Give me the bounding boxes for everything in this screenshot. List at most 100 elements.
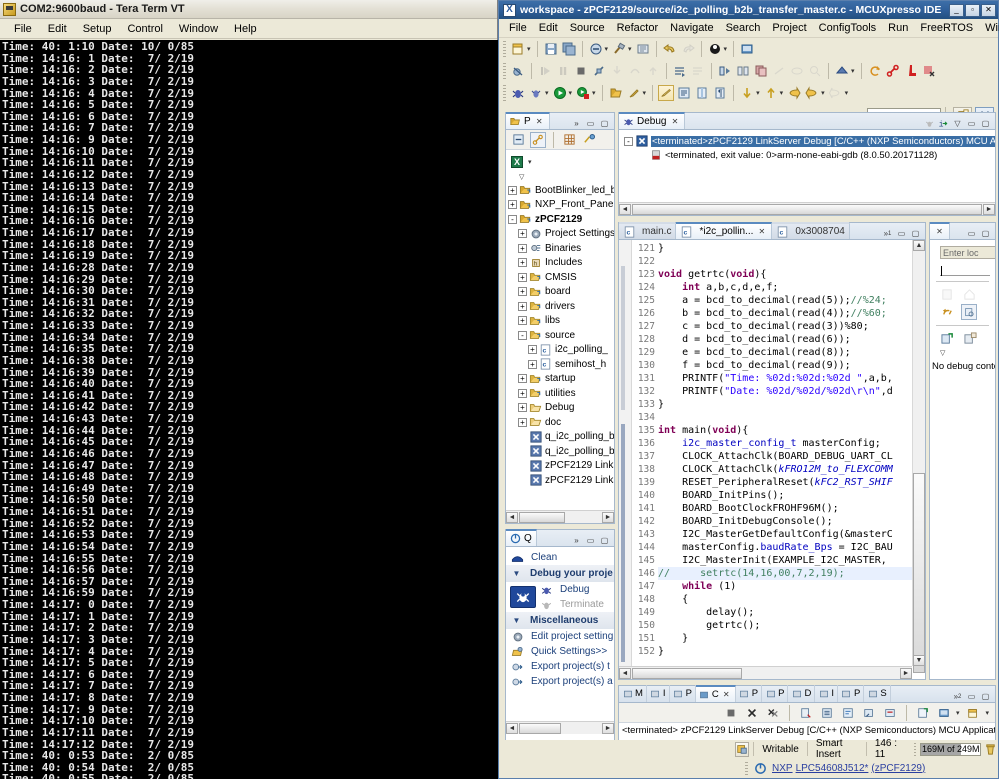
code-line[interactable]: BOARD_InitPins();	[658, 489, 925, 502]
scroll-thumb[interactable]	[519, 723, 561, 734]
tree-item[interactable]: +csemihost_h	[506, 357, 614, 372]
debug-launch-tree[interactable]: -<terminated>zPCF2129 LinkServer Debug […	[619, 131, 995, 202]
memory-browser-icon[interactable]	[735, 63, 751, 79]
maximize-icon[interactable]: ▢	[980, 118, 991, 129]
expand-toggle-icon[interactable]: +	[508, 186, 517, 195]
code-line[interactable]: masterConfig.baudRate_Bps = I2C_BAU	[658, 541, 925, 554]
block-selection-icon[interactable]	[694, 85, 710, 101]
perspective-dropdown-icon[interactable]: ▾	[851, 67, 855, 75]
editor-source-text[interactable]: }void getrtc(void){ int a,b,c,d,e,f; a =…	[658, 240, 925, 666]
expand-toggle-icon[interactable]: +	[518, 374, 527, 383]
copy-icon[interactable]	[753, 63, 769, 79]
heap-status-gauge[interactable]: 169M of 249M	[920, 743, 981, 756]
forward-icon[interactable]	[804, 85, 820, 101]
expand-toggle-icon[interactable]: +	[518, 244, 527, 253]
quickstart-section-header[interactable]: ▼Miscellaneous	[506, 612, 614, 629]
console-tab[interactable]: P	[762, 685, 788, 702]
code-line[interactable]: // setrtc(14,16,00,7,2,19);	[658, 567, 925, 580]
code-line[interactable]: }	[658, 242, 925, 255]
tab-overflow-icon[interactable]: »1	[882, 228, 893, 239]
menu-navigate[interactable]: Navigate	[664, 20, 719, 36]
scroll-lock-icon[interactable]	[819, 705, 835, 721]
inspect-icon[interactable]	[807, 63, 823, 79]
menu-edit[interactable]: Edit	[533, 20, 564, 36]
remove-memory-monitor-icon[interactable]	[962, 330, 978, 346]
code-line[interactable]: BOARD_InitDebugConsole();	[658, 515, 925, 528]
clear-console-icon[interactable]	[798, 705, 814, 721]
collapse-all-icon[interactable]	[510, 132, 526, 148]
menu-file[interactable]: File	[6, 21, 40, 37]
trash-icon[interactable]	[984, 741, 997, 757]
undo-icon[interactable]	[662, 41, 678, 57]
pin-console-icon[interactable]	[861, 705, 877, 721]
code-line[interactable]: CLOCK_AttachClk(BOARD_DEBUG_UART_CL	[658, 450, 925, 463]
new-renderings-icon[interactable]	[939, 286, 955, 302]
boot-icon[interactable]	[903, 63, 919, 79]
menu-setup[interactable]: Setup	[75, 21, 120, 37]
link-icon[interactable]	[885, 63, 901, 79]
view-menu-icon[interactable]: »	[571, 118, 582, 129]
close-icon[interactable]: ✕	[669, 116, 680, 127]
code-line[interactable]	[658, 411, 925, 424]
scroll-down-button[interactable]: ▼	[913, 655, 925, 666]
minimize-icon[interactable]: ▭	[966, 691, 977, 702]
tab-quickstart[interactable]: Q	[506, 529, 537, 546]
code-line[interactable]: while (1)	[658, 580, 925, 593]
value-input[interactable]	[940, 263, 990, 276]
home-icon[interactable]	[961, 286, 977, 302]
build-all-icon[interactable]	[588, 41, 604, 57]
tree-item[interactable]: +libs	[506, 314, 614, 329]
maximize-icon[interactable]: ▢	[980, 228, 991, 239]
console-tab[interactable]: P	[736, 685, 762, 702]
close-icon[interactable]: ✕	[756, 226, 767, 237]
view-menu-icon[interactable]: »	[571, 535, 582, 546]
step-over-disabled-icon[interactable]	[627, 63, 643, 79]
code-line[interactable]: i2c_master_config_t masterConfig;	[658, 437, 925, 450]
console-tabbar[interactable]: MIPC✕PPDIPS»2▭▢	[619, 686, 995, 703]
build-dropdown-icon[interactable]: ▾	[605, 45, 609, 53]
tree-item[interactable]: +drivers	[506, 299, 614, 314]
run-dropdown-icon[interactable]: ▾	[569, 89, 573, 97]
minimize-icon[interactable]: ▭	[585, 535, 596, 546]
editor-tab[interactable]: c0x3008704	[772, 222, 850, 239]
build-config-icon[interactable]	[635, 41, 651, 57]
tree-item[interactable]: -source	[506, 328, 614, 343]
new-icon[interactable]	[510, 41, 526, 57]
maximize-button[interactable]: ▫	[965, 4, 980, 17]
scroll-up-button[interactable]: ▲	[913, 240, 925, 251]
scroll-thumb[interactable]	[519, 512, 565, 523]
debug-hscrollbar[interactable]: ◄ ►	[619, 202, 995, 215]
debug-bug-icon[interactable]	[510, 85, 526, 101]
tab-variables[interactable]: ✕	[930, 222, 950, 239]
scroll-thumb[interactable]	[913, 473, 925, 673]
expand-toggle-icon[interactable]: +	[508, 200, 517, 209]
location-input[interactable]: Enter loc	[940, 246, 995, 259]
menu-file[interactable]: File	[503, 20, 533, 36]
scroll-left-button[interactable]: ◄	[506, 512, 518, 523]
save-icon[interactable]	[543, 41, 559, 57]
code-line[interactable]: a = bcd_to_decimal(read(5));//%24;	[658, 294, 925, 307]
tree-item[interactable]: +utilities	[506, 386, 614, 401]
debug-config-dropdown-icon[interactable]: ▾	[545, 89, 549, 97]
expand-toggle-icon[interactable]: +	[518, 273, 527, 282]
console-tab[interactable]: S	[864, 685, 890, 702]
skip-breakpoints-icon[interactable]	[510, 63, 526, 79]
menu-freertos[interactable]: FreeRTOS	[914, 20, 979, 36]
console-tab[interactable]: I	[815, 685, 838, 702]
code-line[interactable]: delay();	[658, 606, 925, 619]
variables-content[interactable]: Enter loc ▽ No debug conte:	[930, 240, 995, 679]
code-line[interactable]: void getrtc(void){	[658, 268, 925, 281]
quickstart-action[interactable]: Clean	[506, 550, 614, 565]
inspect-memory-icon[interactable]	[961, 304, 977, 320]
minimize-icon[interactable]: ▭	[966, 228, 977, 239]
debug-action-group[interactable]: DebugTerminate	[506, 582, 614, 612]
code-line[interactable]: CLOCK_AttachClk(kFRO12M_to_FLEXCOMM	[658, 463, 925, 476]
tree-item[interactable]: +Project Settings	[506, 227, 614, 242]
menu-control[interactable]: Control	[119, 21, 170, 37]
marker-icon[interactable]	[626, 85, 642, 101]
pin-icon[interactable]	[915, 705, 931, 721]
menu-window[interactable]: Window	[979, 20, 999, 36]
debug-large-icon[interactable]	[510, 586, 536, 608]
console-tab[interactable]: C✕	[696, 685, 736, 702]
tab-debug[interactable]: Debug ✕	[619, 112, 685, 129]
